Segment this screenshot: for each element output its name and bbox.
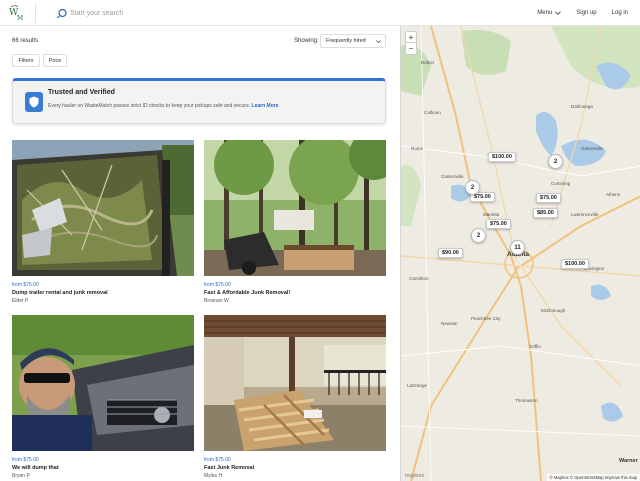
map-label-dahlonega: Dahlonega <box>571 104 593 109</box>
trust-title: Trusted and Verified <box>48 89 115 96</box>
map-label-calhoun: Calhoun <box>424 110 441 115</box>
listing-owner: Brosnan W <box>204 298 229 304</box>
map-cluster[interactable]: 2 <box>465 180 480 195</box>
results-list: 66 results Showing: Frequently hired Fil… <box>0 26 400 481</box>
map-price-pin[interactable]: $100.00 <box>488 152 516 162</box>
showing-label: Showing: <box>294 38 319 44</box>
svg-text:M: M <box>17 15 23 22</box>
listing-price: from $75.00 <box>204 282 231 288</box>
listing-photo[interactable] <box>12 315 194 451</box>
listing-owner: Elder P <box>12 298 29 304</box>
wastematch-logo[interactable]: W M <box>8 3 36 23</box>
listing-price: from $75.00 <box>12 457 39 463</box>
map-price-pin[interactable]: $85.00 <box>533 208 558 218</box>
map-label-lagrange: LaGrange <box>407 383 428 388</box>
map-price-pin[interactable]: $75.00 <box>536 193 561 203</box>
listing-photo[interactable] <box>204 140 386 276</box>
map-attribution[interactable]: © Mapbox © OpenStreetMap Improve this ma… <box>546 474 640 481</box>
map-label-gainesville: Gainesville <box>581 146 604 151</box>
header-nav: Menu Sign up Log in <box>522 0 628 26</box>
mapbox-logo[interactable]: mapbox <box>405 473 424 479</box>
map-label-thomaston: Thomaston <box>515 398 538 403</box>
map-label-warner: Warner <box>619 458 638 464</box>
listing-price: from $75.00 <box>12 282 39 288</box>
map-label-mcdonough: McDonough <box>541 308 566 313</box>
map-label-newnan: Newnan <box>441 321 458 326</box>
listing-price: from $75.00 <box>204 457 231 463</box>
top-header: W M Menu Sign up Log in <box>0 0 640 26</box>
listing-card[interactable]: from $75.00 Fast & Affordable Junk Remov… <box>204 140 386 304</box>
map-cluster[interactable]: 11 <box>510 240 525 255</box>
sort-select[interactable]: Frequently hired <box>320 34 386 48</box>
price-button[interactable]: Price <box>43 54 67 67</box>
map-label-dalton: Dalton <box>421 60 435 65</box>
listing-card[interactable]: from $75.00 Dump trailer rental and junk… <box>12 140 194 304</box>
map-cluster[interactable]: 2 <box>471 228 486 243</box>
map-zoom-control: + − <box>405 31 417 55</box>
listing-title[interactable]: We will dump that <box>12 465 194 471</box>
listing-card[interactable]: from $75.00 Fast Junk Removal Myles H <box>204 315 386 479</box>
map-label-cartersville: Cartersville <box>441 174 464 179</box>
search-icon[interactable] <box>56 7 68 19</box>
menu-button[interactable]: Menu <box>537 10 562 16</box>
map-label-cumming: Cumming <box>551 181 571 186</box>
listing-card[interactable]: from $75.00 We will dump that Bryan P <box>12 315 194 479</box>
shield-icon <box>25 92 43 112</box>
results-map[interactable]: + − Dalton Calhoun Dahlonega Gainesville… <box>400 26 640 481</box>
map-label-athens: Athens <box>606 192 621 197</box>
map-label-carrollton: Carrollton <box>409 276 429 281</box>
map-price-pin[interactable]: $90.00 <box>438 248 463 258</box>
chevron-down-icon <box>555 11 562 15</box>
listing-owner: Bryan P <box>12 473 30 479</box>
map-price-pin[interactable]: $75.00 <box>486 219 511 229</box>
map-label-marietta: Marietta <box>483 212 500 217</box>
learn-more-link[interactable]: Learn More <box>252 103 279 109</box>
listing-photo[interactable] <box>204 315 386 451</box>
sort-value: Frequently hired <box>326 38 366 44</box>
filters-button[interactable]: Filters <box>12 54 40 67</box>
map-label-griffin: Griffin <box>529 344 541 349</box>
map-label-rome: Rome <box>411 146 424 151</box>
map-cluster[interactable]: 2 <box>548 154 563 169</box>
trust-banner: Trusted and Verified Every hauler on Was… <box>12 78 386 124</box>
map-price-pin[interactable]: $100.00 <box>561 259 589 269</box>
map-label-peachtree: Peachtree City <box>471 316 501 321</box>
zoom-in-button[interactable]: + <box>406 32 416 43</box>
signup-link[interactable]: Sign up <box>576 10 596 16</box>
listing-photo[interactable] <box>12 140 194 276</box>
map-label-lawrenceville: Lawrenceville <box>571 212 599 217</box>
trust-text: Every hauler on WasteMatch passes strict… <box>48 103 279 109</box>
zoom-out-button[interactable]: − <box>406 43 416 54</box>
listing-title[interactable]: Dump trailer rental and junk removal <box>12 290 194 296</box>
listing-owner: Myles H <box>204 473 223 479</box>
listing-title[interactable]: Fast & Affordable Junk Removal! <box>204 290 386 296</box>
listing-title[interactable]: Fast Junk Removal <box>204 465 386 471</box>
chevron-down-icon <box>376 40 381 44</box>
results-count: 66 results <box>12 38 39 44</box>
login-link[interactable]: Log in <box>612 10 628 16</box>
search-input[interactable] <box>70 5 320 21</box>
